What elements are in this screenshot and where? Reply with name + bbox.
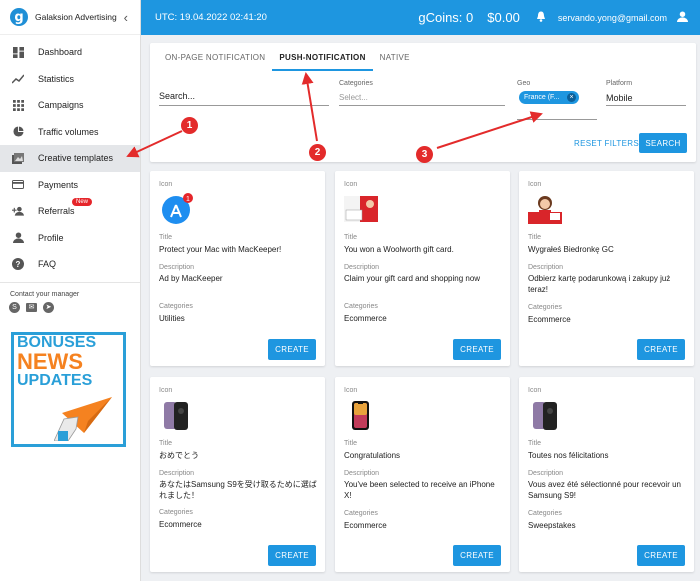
annotation-badge-1: 1 [181,117,198,134]
annotation-badge-2: 2 [309,144,326,161]
annotation-arrow-2 [301,72,318,142]
annotation-arrow-1 [126,130,183,158]
annotation-arrows [126,72,543,158]
annotation-badge-3: 3 [416,146,433,163]
annotation-arrow-3 [436,111,543,149]
